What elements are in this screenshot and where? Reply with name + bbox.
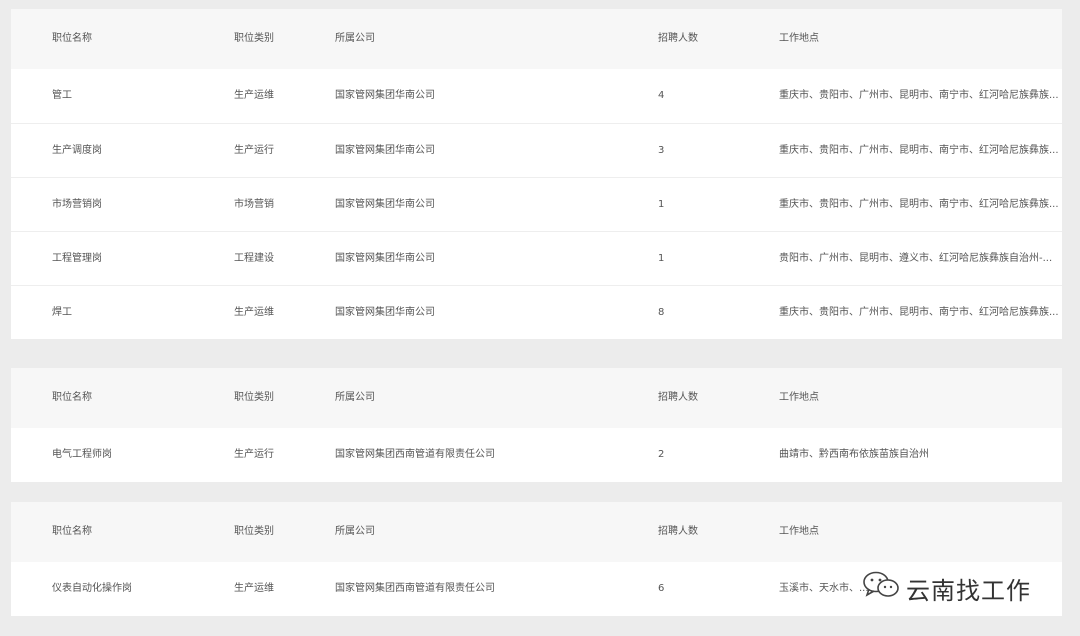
table-header: 职位名称 职位类别 所属公司 招聘人数 工作地点	[11, 368, 1062, 428]
headcount: 8	[658, 307, 665, 318]
company-name: 国家管网集团华南公司	[335, 199, 435, 210]
col-header-company: 所属公司	[335, 33, 375, 44]
col-header-category: 职位类别	[234, 33, 274, 44]
position-name: 市场营销岗	[52, 199, 102, 210]
position-category: 工程建设	[234, 253, 274, 264]
position-category: 生产运行	[234, 145, 274, 156]
col-header-position: 职位名称	[52, 526, 92, 537]
work-location: 曲靖市、黔西南布依族苗族自治州	[779, 449, 929, 460]
position-category: 生产运维	[234, 307, 274, 318]
headcount: 1	[658, 253, 665, 264]
work-location: 重庆市、贵阳市、广州市、昆明市、南宁市、红河哈尼族彝族...	[779, 90, 1059, 101]
wechat-icon	[862, 570, 906, 606]
company-name: 国家管网集团西南管道有限责任公司	[335, 583, 495, 594]
table-row[interactable]: 市场营销岗 市场营销 国家管网集团华南公司 1 重庆市、贵阳市、广州市、昆明市、…	[11, 177, 1062, 232]
job-table-2: 职位名称 职位类别 所属公司 招聘人数 工作地点 电气工程师岗 生产运行 国家管…	[11, 368, 1062, 482]
col-header-location: 工作地点	[779, 526, 819, 537]
position-category: 生产运行	[234, 449, 274, 460]
table-row[interactable]: 生产调度岗 生产运行 国家管网集团华南公司 3 重庆市、贵阳市、广州市、昆明市、…	[11, 123, 1062, 178]
job-table-1: 职位名称 职位类别 所属公司 招聘人数 工作地点 管工 生产运维 国家管网集团华…	[11, 9, 1062, 339]
work-location: 重庆市、贵阳市、广州市、昆明市、南宁市、红河哈尼族彝族...	[779, 145, 1059, 156]
headcount: 3	[658, 145, 665, 156]
position-category: 市场营销	[234, 199, 274, 210]
headcount: 4	[658, 90, 665, 101]
col-header-company: 所属公司	[335, 392, 375, 403]
position-name: 管工	[52, 90, 72, 101]
col-header-position: 职位名称	[52, 392, 92, 403]
work-location: 重庆市、贵阳市、广州市、昆明市、南宁市、红河哈尼族彝族...	[779, 199, 1059, 210]
company-name: 国家管网集团华南公司	[335, 145, 435, 156]
work-location: 贵阳市、广州市、昆明市、遵义市、红河哈尼族彝族自治州-...	[779, 253, 1053, 264]
table-header: 职位名称 职位类别 所属公司 招聘人数 工作地点	[11, 9, 1062, 69]
table-row[interactable]: 焊工 生产运维 国家管网集团华南公司 8 重庆市、贵阳市、广州市、昆明市、南宁市…	[11, 285, 1062, 340]
table-header: 职位名称 职位类别 所属公司 招聘人数 工作地点	[11, 502, 1062, 562]
col-header-location: 工作地点	[779, 33, 819, 44]
col-header-category: 职位类别	[234, 526, 274, 537]
position-name: 工程管理岗	[52, 253, 102, 264]
work-location: 重庆市、贵阳市、广州市、昆明市、南宁市、红河哈尼族彝族...	[779, 307, 1059, 318]
headcount: 6	[658, 583, 665, 594]
company-name: 国家管网集团华南公司	[335, 90, 435, 101]
col-header-category: 职位类别	[234, 392, 274, 403]
col-header-location: 工作地点	[779, 392, 819, 403]
watermark-text: 云南找工作	[906, 576, 1031, 605]
col-header-headcount: 招聘人数	[658, 392, 698, 403]
col-header-position: 职位名称	[52, 33, 92, 44]
table-row[interactable]: 电气工程师岗 生产运行 国家管网集团西南管道有限责任公司 2 曲靖市、黔西南布依…	[11, 428, 1062, 482]
col-header-headcount: 招聘人数	[658, 33, 698, 44]
company-name: 国家管网集团西南管道有限责任公司	[335, 449, 495, 460]
position-name: 电气工程师岗	[52, 449, 112, 460]
col-header-headcount: 招聘人数	[658, 526, 698, 537]
position-name: 焊工	[52, 307, 72, 318]
company-name: 国家管网集团华南公司	[335, 253, 435, 264]
position-name: 生产调度岗	[52, 145, 102, 156]
watermark: 云南找工作	[862, 568, 1031, 608]
company-name: 国家管网集团华南公司	[335, 307, 435, 318]
position-category: 生产运维	[234, 583, 274, 594]
col-header-company: 所属公司	[335, 526, 375, 537]
headcount: 1	[658, 199, 665, 210]
position-name: 仪表自动化操作岗	[52, 583, 132, 594]
headcount: 2	[658, 449, 665, 460]
table-row[interactable]: 管工 生产运维 国家管网集团华南公司 4 重庆市、贵阳市、广州市、昆明市、南宁市…	[11, 69, 1062, 123]
position-category: 生产运维	[234, 90, 274, 101]
table-row[interactable]: 工程管理岗 工程建设 国家管网集团华南公司 1 贵阳市、广州市、昆明市、遵义市、…	[11, 231, 1062, 286]
